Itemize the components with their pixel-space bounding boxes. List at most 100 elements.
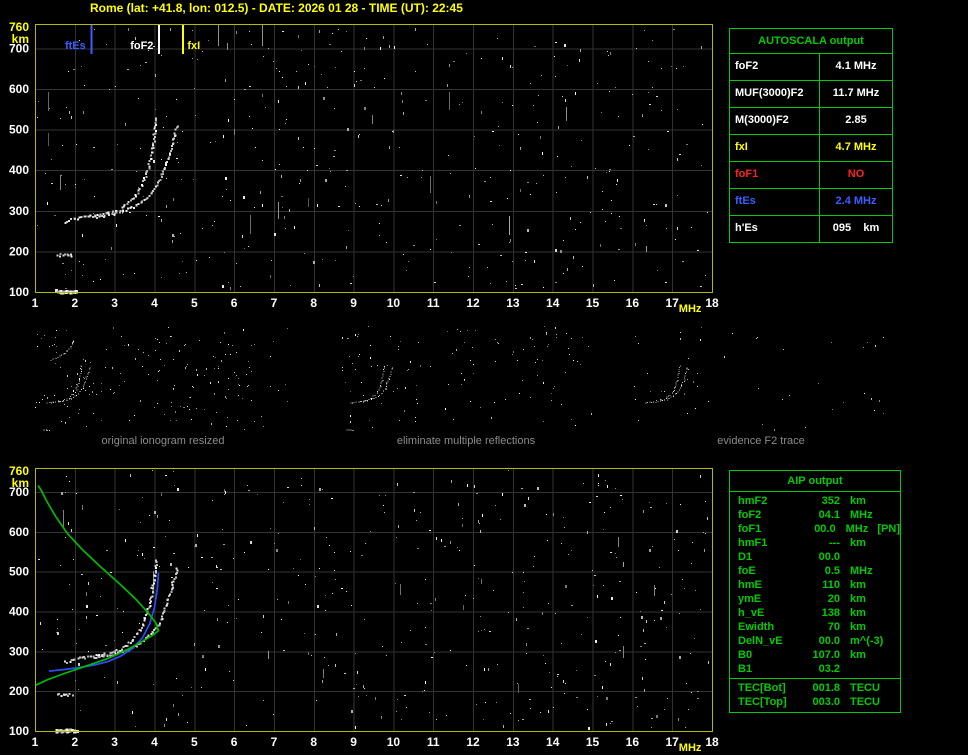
aip-label: Ewidth [738, 621, 775, 633]
svg-text:18: 18 [705, 296, 719, 310]
svg-text:10: 10 [387, 735, 401, 749]
parameter-value: NO [847, 168, 865, 180]
svg-text:foF2: foF2 [130, 40, 153, 52]
svg-text:16: 16 [626, 735, 640, 749]
svg-text:8: 8 [310, 735, 317, 749]
aip-row-b1: B1 03.2 [730, 662, 900, 676]
svg-text:700: 700 [9, 485, 29, 499]
aip-value: 001.8 [812, 682, 840, 694]
aip-value: 03.2 [818, 663, 840, 675]
aip-unit: km [850, 649, 866, 661]
aip-value: 00.0 [818, 635, 840, 647]
thumbnail-evidence-f2-trace [633, 326, 889, 432]
aip-label: DelN_vE [738, 635, 783, 647]
svg-text:7: 7 [271, 296, 278, 310]
svg-text:17: 17 [665, 296, 679, 310]
svg-text:12: 12 [466, 735, 480, 749]
svg-text:2: 2 [71, 296, 78, 310]
parameter-label: MUF(3000)F2 [730, 81, 820, 107]
parameter-label: fxI [730, 135, 820, 161]
svg-text:300: 300 [9, 204, 29, 218]
svg-text:700: 700 [9, 41, 29, 55]
aip-row-fof1: foF1 00.0 MHz [PN] [730, 522, 900, 536]
parameter-label: h'Es [730, 216, 820, 242]
thumbnail-eliminate-multiples-image [342, 326, 592, 431]
svg-text:7: 7 [271, 735, 278, 749]
aip-tec-rows: TEC[Bot] 001.8 TECU TEC[Top] 003.0 TECU [730, 681, 900, 709]
aip-row-tecbot: TEC[Bot] 001.8 TECU [730, 681, 900, 695]
svg-text:fxI: fxI [187, 40, 200, 52]
aip-label: h_vE [738, 607, 765, 619]
autoscala-row-fof2: foF2 4.1 MHz [730, 54, 892, 81]
aip-label: B0 [738, 649, 753, 661]
svg-text:ftEs: ftEs [65, 40, 86, 52]
aip-row-hme: hmE 110 km [730, 578, 900, 592]
caption-eliminate-multiples: eliminate multiple reflections [396, 435, 536, 447]
aip-unit: km [850, 593, 866, 605]
svg-text:13: 13 [506, 296, 520, 310]
svg-text:300: 300 [9, 644, 29, 658]
svg-text:MHz: MHz [679, 303, 702, 315]
svg-text:400: 400 [9, 163, 29, 177]
autoscala-row-hes: h'Es 095 km [730, 216, 892, 242]
autoscala-rows: foF2 4.1 MHz MUF(3000)F2 11.7 MHz M(3000)F2 2… [730, 54, 892, 242]
svg-text:6: 6 [231, 296, 238, 310]
svg-text:15: 15 [586, 296, 600, 310]
svg-text:3: 3 [111, 296, 118, 310]
autoscala-row-ftes: ftEs 2.4 MHz [730, 189, 892, 216]
autoscala-output-title: AUTOSCALA output [730, 29, 892, 54]
aip-label: B1 [738, 663, 753, 675]
aip-row-ewidth: Ewidth 70 km [730, 620, 900, 634]
svg-text:15: 15 [586, 735, 600, 749]
aip-row-hmf2: hmF2 352 km [730, 494, 900, 508]
svg-text:11: 11 [427, 735, 440, 749]
aip-value: 003.0 [812, 696, 840, 708]
aip-value: 138 [821, 607, 840, 619]
aip-output-title: AIP output [730, 471, 900, 492]
parameter-value: 4.7 MHz [835, 141, 877, 153]
parameter-value: 095 km [832, 222, 880, 234]
svg-text:11: 11 [427, 296, 440, 310]
svg-text:3: 3 [111, 735, 118, 749]
aip-unit: km [850, 495, 866, 507]
svg-text:4: 4 [151, 296, 158, 310]
svg-text:12: 12 [466, 296, 480, 310]
aip-unit [840, 550, 850, 564]
aip-row-fof2: foF2 04.1 MHz [730, 508, 900, 522]
aip-unit: km [850, 537, 866, 549]
svg-text:600: 600 [9, 525, 29, 539]
thumbnail-eliminate-multiples [338, 326, 594, 432]
aip-unit: MHz [850, 509, 873, 521]
aip-row-hve: h_vE 138 km [730, 606, 900, 620]
thumbnail-evidence-f2-trace-image [634, 327, 884, 431]
svg-text:500: 500 [9, 565, 29, 579]
aip-row-foe: foE 0.5 MHz [730, 564, 900, 578]
aip-label: hmF2 [738, 495, 768, 507]
aip-rows: hmF2 352 km foF2 04.1 MHz foF1 00.0 MHz [PN] hmF1… [730, 494, 900, 676]
aip-label: TEC[Bot] [738, 682, 786, 694]
autoscala-row-muf3000f2: MUF(3000)F2 11.7 MHz [730, 81, 892, 108]
aip-unit [840, 662, 850, 676]
parameter-label: M(3000)F2 [730, 108, 820, 134]
svg-text:100: 100 [9, 285, 29, 299]
svg-text:9: 9 [350, 735, 357, 749]
autoscala-row-fxi: fxI 4.7 MHz [730, 135, 892, 162]
aip-label: TEC[Top] [738, 696, 787, 708]
aip-row-d1: D1 00.0 [730, 550, 900, 564]
svg-text:14: 14 [546, 296, 560, 310]
svg-text:18: 18 [705, 735, 719, 749]
aip-unit: km [850, 607, 866, 619]
autoscala-row-m3000f2: M(3000)F2 2.85 [730, 108, 892, 135]
aip-value: 110 [822, 579, 840, 591]
svg-text:2: 2 [71, 735, 78, 749]
parameter-value: 4.1 MHz [835, 60, 877, 72]
aip-value: 70 [827, 621, 840, 633]
svg-text:16: 16 [626, 296, 640, 310]
svg-text:14: 14 [546, 735, 560, 749]
svg-text:400: 400 [9, 604, 29, 618]
window-title: Rome (lat: +41.8, lon: 012.5) - DATE: 20… [90, 1, 463, 15]
aip-row-yme: ymE 20 km [730, 592, 900, 606]
aip-row-delnve: DelN_vE 00.0 m^(-3) [730, 634, 900, 648]
profile-ionogram-chart: 1 2 3 4 5 6 7 8 9 10 11 12 13 14 15 16 17 18MHz760km70060… [9, 464, 719, 754]
svg-text:9: 9 [350, 296, 357, 310]
